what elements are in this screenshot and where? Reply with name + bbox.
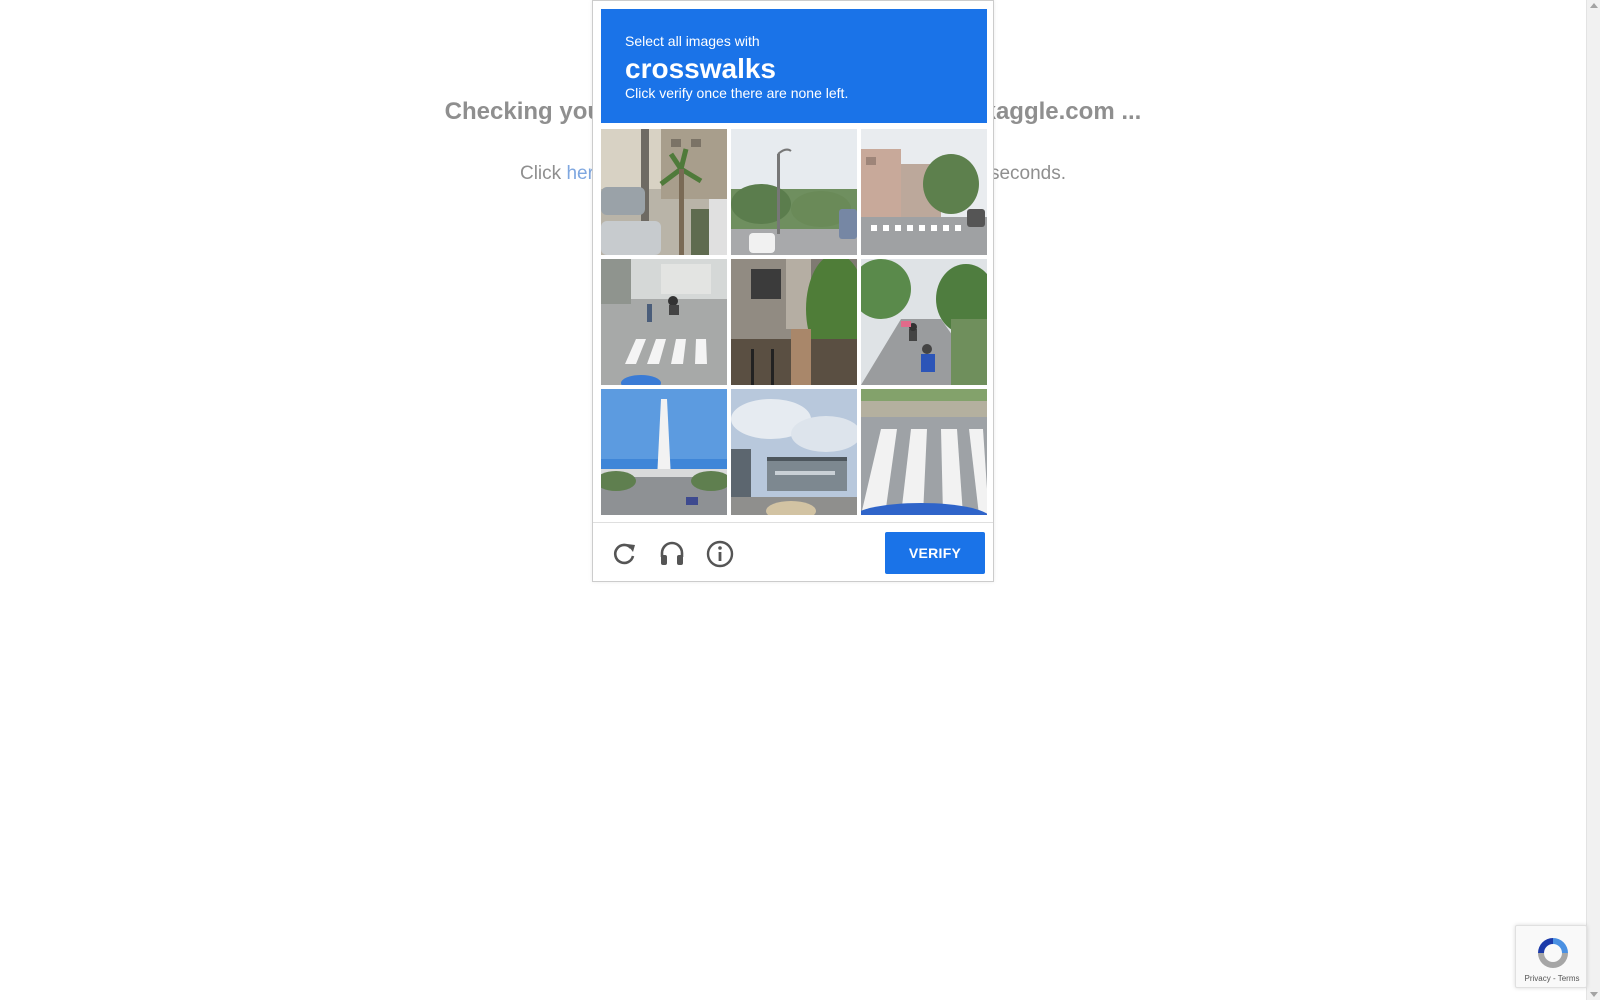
- image-tile[interactable]: [731, 129, 857, 255]
- tile-image: [601, 389, 727, 515]
- tile-image: [601, 259, 727, 385]
- tile-image: [731, 129, 857, 255]
- info-icon[interactable]: [705, 539, 735, 569]
- recaptcha-badge[interactable]: Privacy - Terms: [1515, 925, 1587, 988]
- captcha-challenge: Select all images with crosswalks Click …: [592, 0, 994, 582]
- image-tile[interactable]: [601, 259, 727, 385]
- badge-links[interactable]: Privacy - Terms: [1516, 974, 1588, 983]
- image-tile[interactable]: [601, 129, 727, 255]
- scroll-down-icon[interactable]: [1590, 992, 1598, 997]
- challenge-header: Select all images with crosswalks Click …: [601, 9, 987, 123]
- headphones-icon[interactable]: [657, 539, 687, 569]
- instruction-top: Select all images with: [625, 33, 760, 49]
- tile-image: [861, 259, 987, 385]
- footer-divider: [593, 522, 993, 523]
- image-tile[interactable]: [731, 389, 857, 515]
- tile-image: [731, 389, 857, 515]
- recaptcha-logo-icon: [1538, 938, 1568, 968]
- image-tile[interactable]: [601, 389, 727, 515]
- tile-image: [601, 129, 727, 255]
- tile-image: [731, 259, 857, 385]
- image-tile[interactable]: [861, 259, 987, 385]
- verify-button[interactable]: VERIFY: [885, 532, 985, 574]
- page-scrollbar[interactable]: [1586, 0, 1600, 1000]
- image-tile[interactable]: [731, 259, 857, 385]
- challenge-keyword: crosswalks: [625, 53, 776, 84]
- scroll-up-icon[interactable]: [1590, 3, 1598, 8]
- redirect-prefix: Click: [519, 163, 567, 184]
- image-grid: [601, 129, 987, 515]
- image-tile[interactable]: [861, 129, 987, 255]
- tile-image: [861, 129, 987, 255]
- instruction-bottom: Click verify once there are none left.: [625, 85, 849, 101]
- tile-image: [861, 389, 987, 515]
- image-tile[interactable]: [861, 389, 987, 515]
- reload-icon[interactable]: [609, 539, 639, 569]
